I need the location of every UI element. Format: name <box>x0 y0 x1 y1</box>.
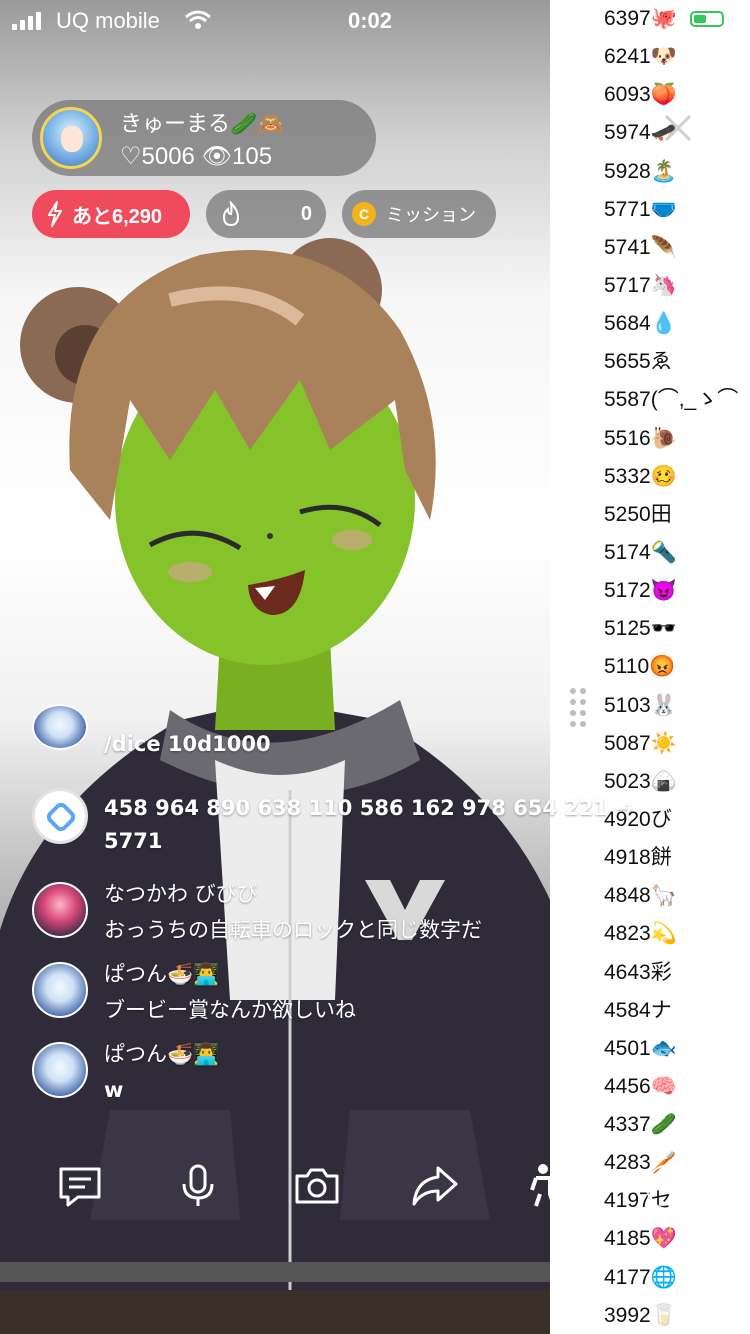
leaderboard-entry: 5087☀️ <box>604 732 677 755</box>
signal-icon <box>12 12 41 30</box>
chat-avatar[interactable] <box>32 882 88 938</box>
bolt-icon <box>48 201 62 227</box>
leaderboard-entry: 5928🏝️ <box>604 160 677 183</box>
leaderboard-entry: 5174🔦 <box>604 541 677 564</box>
fire-button[interactable]: 0 <box>206 190 326 238</box>
chat-text: 458 964 890 638 110 586 162 978 654 221 … <box>104 796 634 820</box>
leaderboard-entry: 5103🐰 <box>604 694 677 717</box>
chat-message[interactable]: ぱつん🍜👨‍💻 w <box>32 1042 592 1102</box>
stream-view: UQ mobile 0:02 きゅーまる🥒🙈 ♡5006 👁105 あと6,29… <box>0 0 750 1334</box>
leaderboard-entry: 5771🩲 <box>604 198 677 221</box>
person-swap-icon[interactable] <box>526 1160 578 1212</box>
close-icon[interactable] <box>662 112 694 144</box>
leaderboard-entry: 5110😡 <box>604 655 676 678</box>
leaderboard-entry: 5655ゑ <box>604 350 672 373</box>
chat-username: ぱつん🍜👨‍💻 <box>104 962 220 986</box>
mission-button[interactable]: C ミッション <box>342 190 496 238</box>
streamer-name: きゅーまる🥒🙈 <box>120 112 285 137</box>
streamer-stats: ♡5006 👁105 <box>120 143 273 170</box>
comment-icon[interactable] <box>54 1160 106 1212</box>
chat-text: /dice 10d1000 <box>104 732 271 756</box>
status-bar: UQ mobile 0:02 <box>0 0 750 44</box>
leaderboard-entry: 4501🐟 <box>604 1037 677 1060</box>
chat-text: おっうちの自転車のロックと同じ数字だ <box>104 918 482 942</box>
chat-message[interactable]: 458 964 890 638 110 586 162 978 654 221 … <box>32 788 633 853</box>
leaderboard-entry: 4848🦙 <box>604 884 677 907</box>
more-dot <box>677 1183 683 1189</box>
chat-message[interactable]: /dice 10d1000 <box>32 704 592 758</box>
leaderboard-entry: 5684💧 <box>604 312 677 335</box>
chat-message[interactable]: なつかわ びびび おっうちの自転車のロックと同じ数字だ <box>32 882 592 942</box>
clock: 0:02 <box>348 8 393 33</box>
chat-username: ぱつん🍜👨‍💻 <box>104 1042 220 1066</box>
chat-avatar[interactable] <box>32 962 88 1018</box>
battery-icon <box>690 11 724 27</box>
drag-handle[interactable] <box>568 688 588 728</box>
leaderboard-entry: 4456🧠 <box>604 1075 677 1098</box>
more-dot <box>657 1183 663 1189</box>
leaderboard-entry: 5741🪶 <box>604 236 677 259</box>
leaderboard-entry: 6093🍑 <box>604 83 677 106</box>
leaderboard-entry: 4918餅 <box>604 846 672 869</box>
chat-avatar[interactable] <box>32 1042 88 1098</box>
chat-text: w <box>104 1078 124 1102</box>
leaderboard-entry: 4643彩 <box>604 961 672 984</box>
chat-message[interactable]: ぱつん🍜👨‍💻 ブービー賞なんか欲しいね <box>32 962 592 1022</box>
leaderboard-entry: 5516🐌 <box>604 427 677 450</box>
chat-text-line2: 5771 <box>104 829 163 853</box>
chat-text: ブービー賞なんか欲しいね <box>104 998 356 1022</box>
leaderboard-entry: 4823💫 <box>604 922 677 945</box>
coin-icon: C <box>352 202 376 226</box>
leaderboard-entry: 5250田 <box>604 503 672 526</box>
chat-avatar[interactable] <box>32 704 88 750</box>
flame-icon <box>222 201 240 227</box>
microphone-icon[interactable] <box>172 1160 224 1212</box>
streamer-card[interactable]: きゅーまる🥒🙈 ♡5006 👁105 <box>32 100 376 176</box>
leaderboard-entry: 4584ナ <box>604 999 672 1022</box>
streamer-avatar[interactable] <box>40 107 102 169</box>
carrier-label: UQ mobile <box>56 8 160 33</box>
mission-label: ミッション <box>386 205 476 225</box>
wifi-icon <box>185 10 211 29</box>
goal-label: あと6,290 <box>72 205 163 228</box>
leaderboard-entry: 5125🕶️ <box>604 617 677 640</box>
chat-username: なつかわ びびび <box>104 882 258 906</box>
more-dot <box>667 1183 673 1189</box>
app-logo-icon <box>46 802 76 832</box>
leaderboard-entry: 4337🥒 <box>604 1113 677 1136</box>
leaderboard-entry: 3992🥛 <box>604 1304 677 1327</box>
leaderboard-entry: 4185💖 <box>604 1227 677 1250</box>
share-icon[interactable] <box>408 1160 460 1212</box>
leaderboard-entry: 5172😈 <box>604 579 677 602</box>
leaderboard-entry: 5717🦄 <box>604 274 677 297</box>
more-button[interactable] <box>646 1164 692 1210</box>
leaderboard-entry: 5332🥴 <box>604 465 677 488</box>
system-avatar <box>32 788 88 844</box>
leaderboard-entry: 5587(⌒,_ゝ⌒ <box>604 388 739 411</box>
goal-button[interactable]: あと6,290 <box>32 190 190 238</box>
leaderboard-entry: 4177🌐 <box>604 1266 677 1289</box>
camera-icon[interactable] <box>291 1160 343 1212</box>
fire-count: 0 <box>300 202 312 225</box>
